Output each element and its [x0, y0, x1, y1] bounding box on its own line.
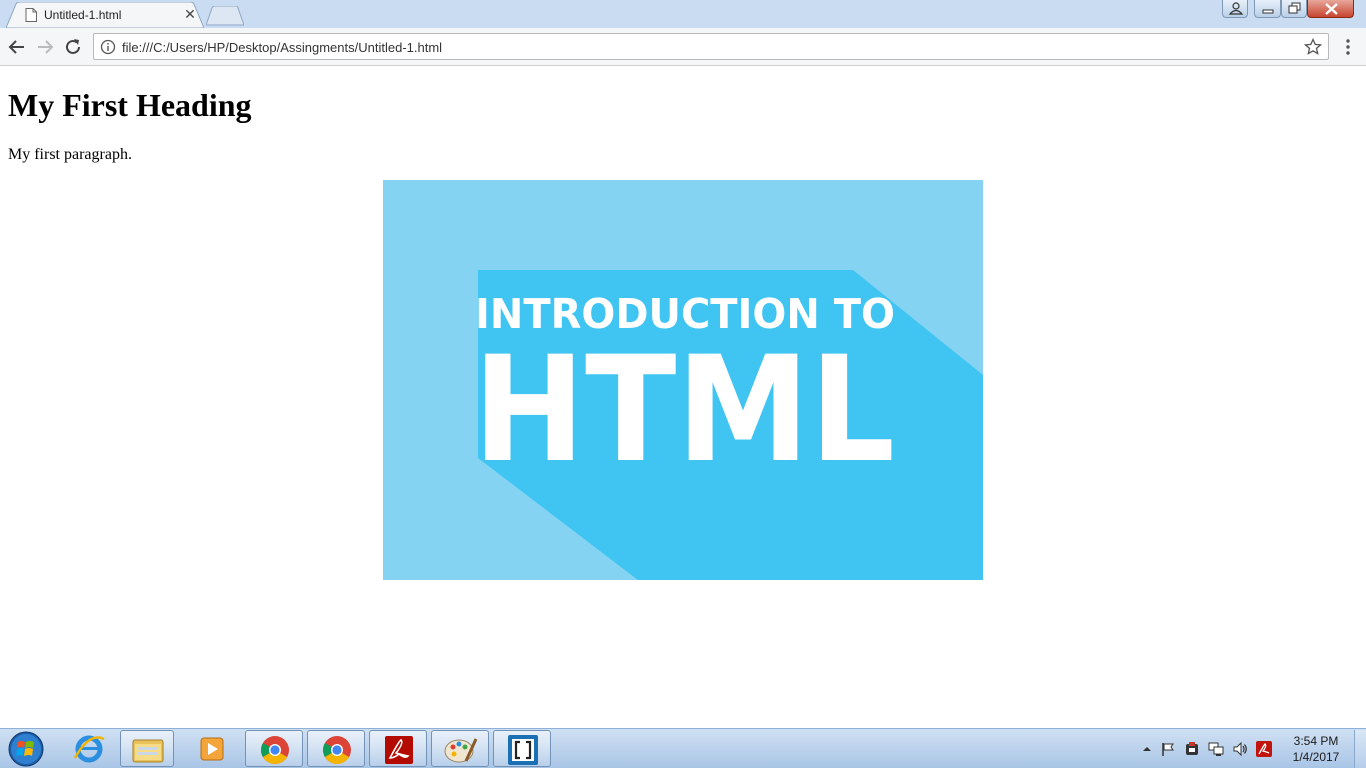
minimize-button[interactable]	[1254, 0, 1281, 18]
kebab-menu-icon[interactable]	[1340, 38, 1356, 56]
minimize-icon	[1262, 9, 1274, 14]
browser-tab[interactable]: Untitled-1.html ✕	[6, 2, 204, 28]
address-bar[interactable]: file:///C:/Users/HP/Desktop/Assingments/…	[93, 33, 1329, 60]
acrobat-tray-icon[interactable]	[1256, 741, 1272, 757]
file-explorer-icon	[132, 739, 164, 763]
restore-icon	[1288, 2, 1301, 14]
media-player-icon	[200, 737, 224, 761]
acrobat-taskbar-button[interactable]	[369, 730, 427, 767]
clock-date: 1/4/2017	[1292, 750, 1340, 764]
tab-close-icon[interactable]: ✕	[182, 6, 198, 22]
forward-arrow-icon[interactable]	[34, 36, 56, 58]
paint-taskbar-button[interactable]	[431, 730, 489, 767]
page-heading: My First Heading	[8, 87, 252, 123]
show-hidden-icons-icon[interactable]	[1139, 741, 1155, 757]
back-arrow-icon[interactable]	[6, 36, 28, 58]
reload-icon[interactable]	[62, 36, 84, 58]
intro-to-html-image: INTRODUCTION TO HTML	[383, 180, 983, 580]
network-icon[interactable]	[1208, 741, 1224, 757]
info-icon[interactable]	[100, 39, 116, 55]
url-text[interactable]: file:///C:/Users/HP/Desktop/Assingments/…	[122, 40, 442, 55]
brackets-icon	[508, 735, 538, 765]
windows-taskbar: 3:54 PM 1/4/2017	[0, 728, 1366, 768]
star-icon[interactable]	[1304, 38, 1322, 56]
brackets-taskbar-button[interactable]	[493, 730, 551, 767]
media-player-taskbar-button[interactable]	[182, 730, 240, 767]
document-icon	[25, 8, 37, 22]
page-viewport: My First Heading My first paragraph. INT…	[0, 66, 1366, 728]
title-bar: Untitled-1.html ✕	[0, 0, 1366, 28]
close-button[interactable]	[1307, 0, 1354, 18]
image-text-line2: HTML	[473, 325, 895, 495]
chrome-icon	[323, 736, 351, 764]
clock-time: 3:54 PM	[1293, 734, 1339, 748]
internet-explorer-taskbar-button[interactable]	[60, 730, 118, 767]
chrome-taskbar-button-1[interactable]	[245, 730, 303, 767]
chrome-taskbar-button-2[interactable]	[307, 730, 365, 767]
internet-explorer-icon	[73, 735, 105, 763]
paint-icon	[444, 738, 478, 763]
user-profile-button[interactable]	[1222, 0, 1248, 18]
show-desktop-button[interactable]	[1354, 730, 1366, 768]
acrobat-icon	[385, 736, 413, 764]
new-tab-button[interactable]	[206, 6, 244, 26]
chrome-icon	[261, 736, 289, 764]
restore-button[interactable]	[1281, 0, 1307, 18]
close-icon	[1325, 3, 1338, 15]
clock[interactable]: 3:54 PM 1/4/2017	[1278, 733, 1354, 765]
user-icon	[1228, 2, 1244, 15]
tab-title: Untitled-1.html	[44, 8, 122, 22]
file-explorer-taskbar-button[interactable]	[120, 730, 174, 767]
volume-icon[interactable]	[1232, 741, 1248, 757]
browser-toolbar: file:///C:/Users/HP/Desktop/Assingments/…	[0, 28, 1366, 66]
action-center-flag-icon[interactable]	[1160, 741, 1176, 757]
start-orb-icon[interactable]	[4, 730, 48, 768]
antivirus-icon[interactable]	[1184, 741, 1200, 757]
page-paragraph: My first paragraph.	[8, 146, 132, 163]
